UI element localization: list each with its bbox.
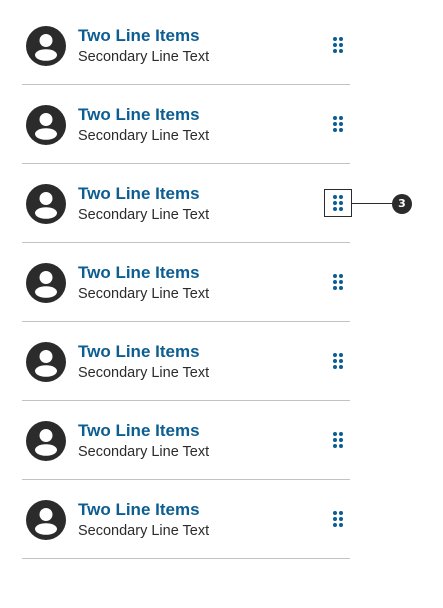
drag-handle-icon[interactable]	[324, 505, 352, 533]
person-icon	[26, 500, 66, 540]
item-secondary-text: Secondary Line Text	[78, 49, 210, 65]
list-item[interactable]: Two Line Items Secondary Line Text	[22, 85, 350, 164]
item-primary-text: Two Line Items	[78, 105, 200, 124]
person-icon	[26, 421, 66, 461]
person-icon	[26, 26, 66, 66]
two-line-list: Two Line Items Secondary Line Text Two L…	[22, 6, 352, 559]
item-primary-text: Two Line Items	[78, 184, 200, 203]
person-icon	[26, 342, 66, 382]
item-text: Two Line Items Secondary Line Text	[78, 26, 209, 67]
item-secondary-text: Secondary Line Text	[78, 365, 210, 381]
drag-handle-icon[interactable]	[324, 189, 352, 217]
item-secondary-text: Secondary Line Text	[78, 444, 210, 460]
drag-handle-icon[interactable]	[324, 268, 352, 296]
list-item[interactable]: Two Line Items Secondary Line Text	[22, 322, 350, 401]
drag-handle-icon[interactable]	[324, 426, 352, 454]
person-icon	[26, 105, 66, 145]
person-icon	[26, 184, 66, 224]
list-item[interactable]: Two Line Items Secondary Line Text	[22, 164, 352, 243]
item-primary-text: Two Line Items	[78, 26, 200, 45]
drag-handle-icon[interactable]	[324, 110, 352, 138]
item-primary-text: Two Line Items	[78, 342, 200, 361]
item-text: Two Line Items Secondary Line Text	[78, 421, 209, 462]
drag-handle-icon[interactable]	[324, 31, 352, 59]
item-secondary-text: Secondary Line Text	[78, 286, 210, 302]
item-secondary-text: Secondary Line Text	[78, 523, 210, 539]
item-text: Two Line Items Secondary Line Text	[78, 500, 209, 541]
person-icon	[26, 263, 66, 303]
list-item[interactable]: Two Line Items Secondary Line Text	[22, 480, 350, 559]
list-item[interactable]: Two Line Items Secondary Line Text	[22, 401, 350, 480]
callout-badge: 3	[392, 194, 412, 214]
list-item[interactable]: Two Line Items Secondary Line Text	[22, 243, 350, 322]
item-text: Two Line Items Secondary Line Text	[78, 105, 209, 146]
list-item[interactable]: Two Line Items Secondary Line Text	[22, 6, 350, 85]
item-secondary-text: Secondary Line Text	[78, 128, 210, 144]
item-text: Two Line Items Secondary Line Text	[78, 184, 209, 225]
item-primary-text: Two Line Items	[78, 263, 200, 282]
drag-handle-icon[interactable]	[324, 347, 352, 375]
item-primary-text: Two Line Items	[78, 500, 200, 519]
item-primary-text: Two Line Items	[78, 421, 200, 440]
item-text: Two Line Items Secondary Line Text	[78, 263, 209, 304]
item-text: Two Line Items Secondary Line Text	[78, 342, 209, 383]
callout-line	[352, 203, 392, 204]
item-secondary-text: Secondary Line Text	[78, 207, 210, 223]
